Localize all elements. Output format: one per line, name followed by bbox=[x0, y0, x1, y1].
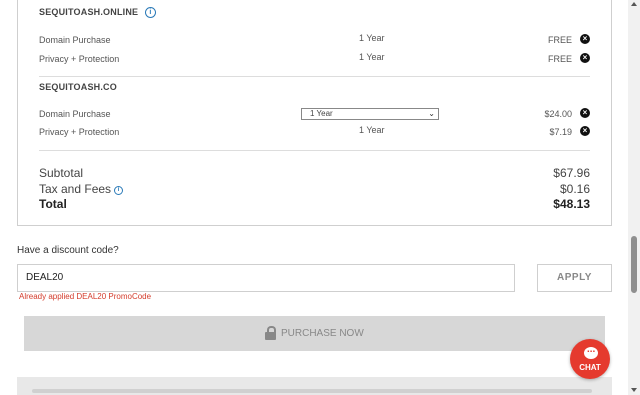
line-item-term: 1 Year bbox=[359, 33, 385, 43]
tax-label: Tax and Fees bbox=[39, 182, 112, 196]
vertical-scrollbar[interactable] bbox=[628, 0, 640, 395]
domain-name: SEQUITOASH.ONLINE bbox=[39, 7, 139, 17]
checkout-page: SEQUITOASH.ONLINE i Domain Purchase 1 Ye… bbox=[0, 0, 628, 395]
remove-icon[interactable]: × bbox=[580, 126, 590, 136]
line-item-domain-purchase: Domain Purchase 1 Year ⌄ $24.00 × bbox=[39, 108, 590, 123]
lock-icon bbox=[265, 326, 277, 340]
domain-header-sequitoash-online: SEQUITOASH.ONLINE i bbox=[39, 7, 156, 18]
term-select[interactable]: 1 Year ⌄ bbox=[301, 108, 439, 120]
info-icon[interactable]: i bbox=[144, 7, 156, 18]
line-item-privacy-protection: Privacy + Protection 1 Year $7.19 × bbox=[39, 125, 590, 141]
promo-status-message: Already applied DEAL20 PromoCode bbox=[19, 292, 152, 301]
line-item-price: $7.19 bbox=[549, 127, 572, 137]
domain-name: SEQUITOASH.CO bbox=[39, 82, 117, 92]
total-row: Total $48.13 bbox=[39, 197, 590, 211]
line-item-price: FREE bbox=[547, 35, 572, 45]
domain-header-sequitoash-co: SEQUITOASH.CO bbox=[39, 82, 117, 92]
total-label: Total bbox=[39, 197, 67, 211]
chat-bubble-icon: ⋯ bbox=[584, 347, 598, 359]
line-item-domain-purchase: Domain Purchase 1 Year FREE × bbox=[39, 33, 590, 49]
discount-code-input[interactable]: DEAL20 bbox=[17, 264, 515, 292]
line-item-term: 1 Year bbox=[359, 52, 385, 62]
tax-value: $0.16 bbox=[559, 182, 590, 196]
line-item-label: Privacy + Protection bbox=[39, 54, 120, 64]
line-item-label: Domain Purchase bbox=[39, 35, 111, 45]
subtotal-label: Subtotal bbox=[39, 166, 84, 180]
line-item-price: $24.00 bbox=[544, 109, 572, 119]
remove-icon[interactable]: × bbox=[580, 108, 590, 118]
divider bbox=[39, 76, 590, 77]
chat-label: CHAT bbox=[579, 363, 601, 372]
remove-icon[interactable]: × bbox=[580, 53, 590, 63]
line-item-term: 1 Year bbox=[359, 125, 385, 135]
scrollbar-thumb[interactable] bbox=[631, 236, 637, 293]
purchase-now-label: PURCHASE NOW bbox=[280, 328, 364, 339]
tax-row: Tax and Fees i $0.16 bbox=[39, 182, 590, 196]
subtotal-value: $67.96 bbox=[553, 166, 590, 180]
line-item-price: FREE bbox=[547, 54, 572, 64]
purchase-now-button[interactable]: PURCHASE NOW bbox=[24, 316, 605, 351]
cart-summary-card: SEQUITOASH.ONLINE i Domain Purchase 1 Ye… bbox=[17, 0, 612, 226]
term-select-value: 1 Year bbox=[310, 109, 333, 118]
line-item-label: Privacy + Protection bbox=[39, 127, 120, 137]
apply-button[interactable]: APPLY bbox=[537, 264, 612, 292]
scroll-down-arrow-icon[interactable] bbox=[631, 388, 637, 392]
info-icon[interactable]: i bbox=[114, 186, 124, 195]
divider bbox=[39, 150, 590, 151]
discount-heading: Have a discount code? bbox=[17, 245, 119, 256]
line-item-label: Domain Purchase bbox=[39, 109, 111, 119]
remove-icon[interactable]: × bbox=[580, 34, 590, 44]
chat-button[interactable]: ⋯ CHAT bbox=[570, 339, 610, 379]
scroll-up-arrow-icon[interactable] bbox=[631, 2, 637, 6]
chevron-down-icon: ⌄ bbox=[428, 109, 435, 118]
total-value: $48.13 bbox=[553, 197, 590, 211]
subtotal-row: Subtotal $67.96 bbox=[39, 166, 590, 180]
line-item-privacy-protection: Privacy + Protection 1 Year FREE × bbox=[39, 52, 590, 68]
info-panel bbox=[17, 377, 612, 395]
